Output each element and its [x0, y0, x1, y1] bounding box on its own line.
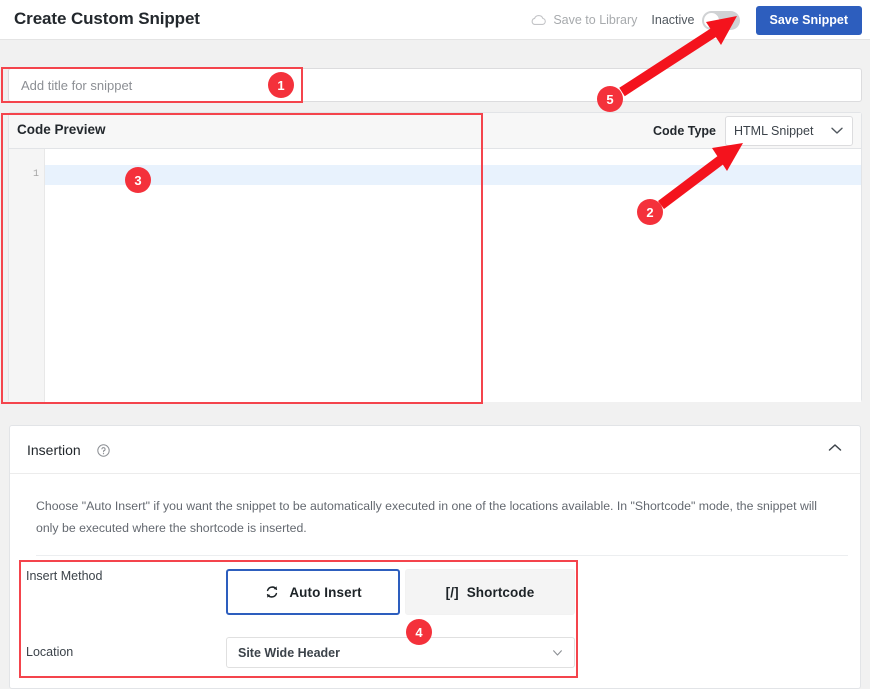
refresh-icon: [267, 586, 278, 598]
page-title: Create Custom Snippet: [14, 9, 200, 28]
toggle-knob: [703, 12, 719, 28]
annotation-badge-3: 3: [125, 167, 151, 193]
title-row: [0, 41, 870, 102]
chevron-down-icon: [831, 127, 843, 134]
code-type-select[interactable]: HTML Snippet: [725, 116, 853, 146]
activate-snippet-toggle[interactable]: [701, 10, 740, 30]
insertion-description: Choose "Auto Insert" if you want the sni…: [36, 499, 818, 535]
code-preview-panel: Code Preview Code Type HTML Snippet 1: [8, 112, 862, 402]
editor-code-area[interactable]: [45, 149, 861, 402]
cloud-icon: [531, 15, 547, 25]
auto-insert-label: Auto Insert: [289, 584, 362, 600]
caret-down-icon: [553, 649, 562, 656]
insertion-header[interactable]: Insertion: [10, 426, 860, 474]
code-type-value: HTML Snippet: [734, 124, 814, 138]
insert-method-label: Insert Method: [26, 569, 103, 583]
code-preview-header: Code Preview Code Type HTML Snippet: [9, 113, 861, 149]
insertion-divider: [36, 555, 848, 556]
insert-method-row: Insert Method: [26, 569, 226, 583]
insert-method-buttons: Auto Insert [/] Shortcode: [226, 569, 575, 615]
shortcode-label: Shortcode: [466, 584, 535, 600]
save-to-library-label[interactable]: Save to Library: [553, 13, 637, 27]
annotation-badge-2: 2: [637, 199, 663, 225]
code-type-label: Code Type: [653, 124, 716, 138]
annotation-badge-4: 4: [406, 619, 432, 645]
annotation-badge-1: 1: [268, 72, 294, 98]
editor-active-line: [45, 165, 861, 185]
insertion-title: Insertion: [27, 442, 81, 458]
line-number: 1: [32, 169, 39, 180]
location-row: Location: [26, 645, 226, 659]
save-snippet-button[interactable]: Save Snippet: [755, 5, 862, 35]
code-preview-heading: Code Preview: [17, 122, 106, 137]
code-type-control: Code Type HTML Snippet: [653, 116, 853, 146]
snippet-status-label: Inactive: [651, 13, 695, 27]
location-label: Location: [26, 645, 74, 659]
shortcode-icon: [/]: [445, 584, 459, 600]
annotation-badge-5: 5: [597, 86, 623, 112]
chevron-up-icon[interactable]: [828, 443, 842, 452]
question-mark-circle-icon[interactable]: [97, 444, 110, 457]
location-value: Site Wide Header: [238, 645, 341, 660]
snippet-title-input[interactable]: [8, 68, 862, 102]
app-root: Create Custom Snippet Save to Library In…: [0, 0, 870, 689]
auto-insert-button[interactable]: Auto Insert: [226, 569, 400, 615]
location-select[interactable]: Site Wide Header: [226, 637, 575, 668]
top-toolbar: Create Custom Snippet Save to Library In…: [0, 0, 870, 40]
editor-gutter: 1: [9, 149, 45, 402]
shortcode-button[interactable]: [/] Shortcode: [405, 569, 575, 615]
toolbar-actions: Save to Library Inactive Save Snippet: [530, 5, 862, 35]
